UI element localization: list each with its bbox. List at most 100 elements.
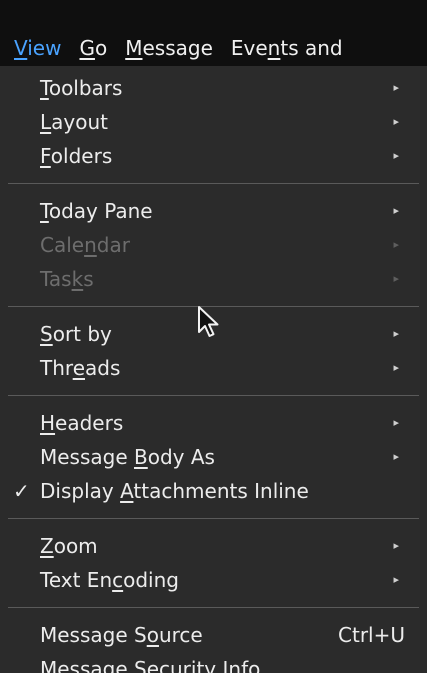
menu-item-layout[interactable]: Layout ▸ — [0, 105, 427, 139]
menu-item-label: Sort by — [40, 317, 112, 351]
submenu-arrow-icon: ▸ — [393, 149, 399, 162]
menubar: View Go Message Events and — [0, 0, 427, 66]
menu-item-label: Threads — [40, 351, 120, 385]
menu-separator — [8, 183, 419, 184]
menu-item-label: Display Attachments Inline — [40, 474, 309, 508]
submenu-arrow-icon: ▸ — [393, 81, 399, 94]
label-mnemonic: S — [40, 322, 53, 346]
label-mnemonic: c — [112, 568, 124, 592]
submenu-arrow-icon: ▸ — [393, 361, 399, 374]
menubar-item-view[interactable]: View — [0, 30, 70, 66]
label-pre: Message Security — [40, 657, 223, 673]
submenu-arrow-icon: ▸ — [393, 573, 399, 586]
menubar-item-view-mnemonic: V — [14, 36, 28, 60]
label-rest: oday Pane — [48, 199, 153, 223]
menu-item-toolbars[interactable]: Toolbars ▸ — [0, 71, 427, 105]
menu-item-label: Zoom — [40, 529, 98, 563]
label-rest: ttachments Inline — [133, 479, 309, 503]
menubar-item-events-rest: ts and — [280, 36, 343, 60]
label-rest: ody As — [147, 445, 215, 469]
label-rest: nfo — [228, 657, 261, 673]
menu-item-tasks: Tasks ▸ — [0, 262, 427, 296]
menubar-item-events-pre: Eve — [230, 36, 268, 60]
menu-item-text-encoding[interactable]: Text Encoding ▸ — [0, 563, 427, 597]
menubar-item-go-mnemonic: G — [79, 36, 95, 60]
label-mnemonic: F — [40, 144, 51, 168]
label-mnemonic: A — [120, 479, 134, 503]
mouse-pointer-icon — [198, 306, 219, 337]
label-rest: urce — [158, 623, 203, 647]
label-mnemonic: Z — [40, 534, 54, 558]
label-mnemonic: L — [40, 110, 52, 134]
label-mnemonic: n — [84, 233, 97, 257]
menu-item-label: Toolbars — [40, 71, 122, 105]
menu-item-label: Message Source — [40, 618, 203, 652]
menu-item-zoom[interactable]: Zoom ▸ — [0, 529, 427, 563]
menubar-item-events-and-tasks[interactable]: Events and — [222, 30, 352, 66]
menu-item-label: Calendar — [40, 228, 130, 262]
label-rest: oding — [123, 568, 179, 592]
menu-item-label: Today Pane — [40, 194, 153, 228]
label-rest: ort by — [52, 322, 112, 346]
menu-item-today-pane[interactable]: Today Pane ▸ — [0, 194, 427, 228]
menu-item-message-security-info[interactable]: Message Security Info — [0, 652, 427, 673]
label-rest: oom — [53, 534, 98, 558]
menubar-item-message-rest: essage — [142, 36, 213, 60]
label-rest: ayout — [51, 110, 109, 134]
submenu-arrow-icon: ▸ — [393, 115, 399, 128]
menubar-item-go[interactable]: Go — [70, 30, 116, 66]
label-pre: Thr — [40, 356, 73, 380]
label-pre: Message — [40, 445, 135, 469]
submenu-arrow-icon: ▸ — [393, 539, 399, 552]
menu-separator — [8, 395, 419, 396]
menu-separator — [8, 607, 419, 608]
label-rest: eaders — [55, 411, 124, 435]
menubar-item-go-rest: o — [94, 36, 108, 60]
label-rest: olders — [50, 144, 113, 168]
menu-item-threads[interactable]: Threads ▸ — [0, 351, 427, 385]
submenu-arrow-icon: ▸ — [393, 416, 399, 429]
screen: View Go Message Events and Toolbars ▸ La… — [0, 0, 427, 673]
menu-item-label: Headers — [40, 406, 123, 440]
menu-separator — [8, 518, 419, 519]
label-rest: oolbars — [48, 76, 123, 100]
label-mnemonic: o — [146, 623, 159, 647]
label-pre: Text En — [40, 568, 113, 592]
menu-item-label: Text Encoding — [40, 563, 179, 597]
label-pre: Display — [40, 479, 121, 503]
label-mnemonic: T — [40, 76, 49, 100]
menu-item-message-source[interactable]: Message Source Ctrl+U — [0, 618, 427, 652]
label-rest: dar — [96, 233, 130, 257]
menubar-item-view-rest: iew — [27, 36, 62, 60]
menu-item-calendar: Calendar ▸ — [0, 228, 427, 262]
label-pre: Tas — [40, 267, 72, 291]
menubar-items: View Go Message Events and — [0, 30, 352, 66]
menu-item-label: Message Body As — [40, 440, 215, 474]
menu-item-display-attachments-inline[interactable]: ✓ Display Attachments Inline — [0, 474, 427, 508]
label-mnemonic: H — [40, 411, 56, 435]
label-pre: Cale — [40, 233, 85, 257]
menu-item-label: Layout — [40, 105, 108, 139]
shortcut-label: Ctrl+U — [338, 623, 405, 647]
submenu-arrow-icon: ▸ — [393, 450, 399, 463]
submenu-arrow-icon: ▸ — [393, 272, 399, 285]
menu-item-message-body-as[interactable]: Message Body As ▸ — [0, 440, 427, 474]
submenu-arrow-icon: ▸ — [393, 327, 399, 340]
menu-item-label: Message Security Info — [40, 652, 260, 673]
menu-item-folders[interactable]: Folders ▸ — [0, 139, 427, 173]
submenu-arrow-icon: ▸ — [393, 204, 399, 217]
label-mnemonic: B — [134, 445, 148, 469]
label-rest: s — [83, 267, 94, 291]
view-menu-dropdown: Toolbars ▸ Layout ▸ Folders ▸ Today Pane… — [0, 66, 427, 673]
label-mnemonic: k — [71, 267, 84, 291]
menubar-item-message-mnemonic: M — [125, 36, 143, 60]
submenu-arrow-icon: ▸ — [393, 238, 399, 251]
menu-item-label: Tasks — [40, 262, 94, 296]
label-mnemonic: T — [40, 199, 49, 223]
label-pre: Message S — [40, 623, 147, 647]
menu-item-headers[interactable]: Headers ▸ — [0, 406, 427, 440]
menubar-item-events-mnemonic: n — [267, 36, 281, 60]
menu-item-label: Folders — [40, 139, 112, 173]
label-rest: ads — [85, 356, 121, 380]
menubar-item-message[interactable]: Message — [116, 30, 222, 66]
